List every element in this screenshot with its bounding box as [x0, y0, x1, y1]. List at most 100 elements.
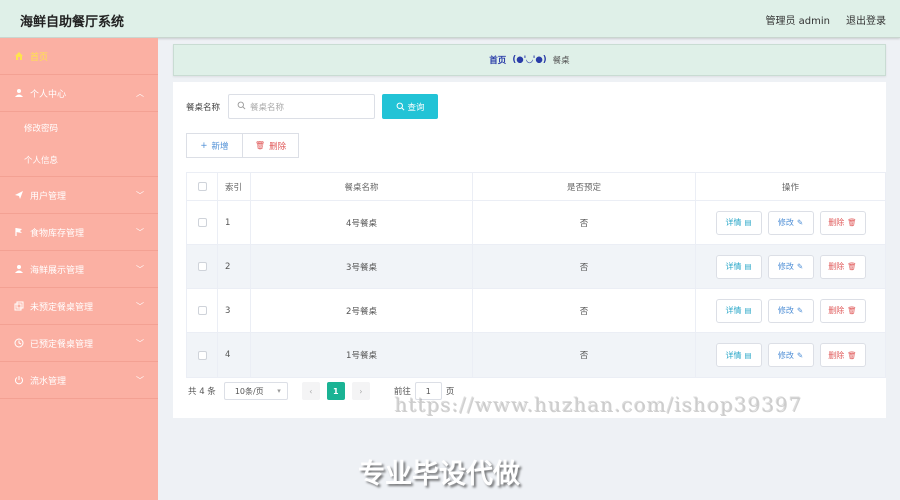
header-booked: 是否预定 — [473, 173, 696, 200]
row-checkbox[interactable] — [197, 218, 207, 227]
delete-button[interactable]: 删除 🗑 — [819, 210, 866, 235]
header-ops: 操作 — [781, 182, 799, 193]
sidebar-item-seafood-display[interactable]: 海鲜展示管理 ﹀ — [0, 251, 158, 288]
edit-icon: ✎ — [796, 306, 804, 315]
document-icon: ▤ — [744, 306, 752, 315]
batch-delete-button[interactable]: 🗑 删除 — [243, 133, 299, 158]
sidebar-item-label: 首页 — [30, 52, 49, 63]
sidebar-item-booked-tables[interactable]: 已预定餐桌管理 ﹀ — [0, 325, 158, 362]
content-panel: 餐桌名称 餐桌名称 查询 + 新增 🗑 删除 索引 餐桌名称 是否预定 操作 1… — [173, 82, 886, 418]
search-label: 餐桌名称 — [186, 102, 221, 113]
sidebar-item-label: 用户管理 — [30, 191, 67, 202]
sidebar-item-personal-center[interactable]: 个人中心 ︿ — [0, 75, 158, 112]
cell-ops: 详情 ▤ 修改 ✎ 删除 🗑 — [696, 289, 885, 332]
cell-ops: 详情 ▤ 修改 ✎ 删除 🗑 — [696, 245, 885, 288]
sidebar-item-food-stock[interactable]: 食物库存管理 ﹀ — [0, 214, 158, 251]
chevron-down-icon: ﹀ — [136, 376, 144, 385]
header-index: 索引 — [218, 173, 251, 200]
edit-button[interactable]: 修改 ✎ — [767, 343, 814, 367]
table-row: 1 4号餐桌 否 详情 ▤ 修改 ✎ 删除 🗑 — [187, 201, 885, 245]
sidebar-item-label: 已预定餐桌管理 — [30, 339, 94, 350]
submenu-item-personal-info[interactable]: 个人信息 — [0, 144, 158, 176]
page-number-button[interactable]: 1 — [326, 382, 345, 400]
detail-button[interactable]: 详情 ▤ — [715, 254, 762, 279]
next-page-button[interactable]: › — [351, 382, 370, 400]
table-row: 2 3号餐桌 否 详情 ▤ 修改 ✎ 删除 🗑 — [187, 245, 885, 289]
copy-icon — [14, 301, 24, 311]
breadcrumb: 首页 (●'◡'●) 餐桌 — [173, 44, 886, 76]
header-checkbox-cell — [187, 173, 218, 200]
delete-label: 删除 — [828, 350, 845, 360]
search-input[interactable]: 餐桌名称 — [228, 94, 376, 119]
cell-name: 1号餐桌 — [251, 333, 473, 377]
search-icon — [396, 102, 405, 111]
row-checkbox[interactable] — [197, 350, 207, 360]
prev-page-button[interactable]: ‹ — [301, 382, 320, 400]
sidebar: 首页 个人中心 ︿ 修改密码 个人信息 用户管理 ﹀ 食物库存管理 ﹀ 海鲜展示… — [0, 38, 158, 500]
plus-icon: + — [200, 140, 208, 151]
detail-button[interactable]: 详情 ▤ — [715, 210, 762, 235]
chevron-up-icon: ︿ — [136, 89, 144, 98]
delete-button[interactable]: 删除 🗑 — [819, 343, 866, 367]
query-button-label: 查询 — [407, 102, 425, 113]
sidebar-item-user-management[interactable]: 用户管理 ﹀ — [0, 177, 158, 214]
edit-label: 修改 — [777, 350, 794, 360]
delete-button-label: 删除 — [269, 141, 287, 152]
add-button[interactable]: + 新增 — [186, 133, 243, 158]
chevron-left-icon: ‹ — [309, 386, 313, 396]
table-row: 3 2号餐桌 否 详情 ▤ 修改 ✎ 删除 🗑 — [187, 289, 885, 333]
power-icon — [14, 375, 24, 385]
watermark-text: 专业毕设代做 — [358, 459, 520, 490]
breadcrumb-home[interactable]: 首页 — [489, 54, 506, 66]
search-placeholder: 餐桌名称 — [250, 102, 285, 113]
trash-icon: 🗑 — [847, 262, 857, 271]
sidebar-item-label: 海鲜展示管理 — [30, 265, 85, 276]
delete-label: 删除 — [828, 306, 845, 315]
query-button[interactable]: 查询 — [382, 94, 439, 119]
row-checkbox[interactable] — [197, 306, 207, 315]
submenu-item-change-password[interactable]: 修改密码 — [0, 112, 158, 144]
sidebar-item-label: 流水管理 — [30, 376, 67, 387]
delete-label: 删除 — [828, 218, 845, 227]
delete-button[interactable]: 删除 🗑 — [819, 298, 866, 323]
chevron-down-icon: ﹀ — [136, 265, 144, 274]
user-icon — [14, 88, 24, 98]
trash-icon: 🗑 — [254, 141, 266, 150]
edit-button[interactable]: 修改 ✎ — [767, 210, 814, 235]
detail-button[interactable]: 详情 ▤ — [715, 298, 762, 323]
logout-link[interactable]: 退出登录 — [846, 12, 886, 27]
table-row: 4 1号餐桌 否 详情 ▤ 修改 ✎ 删除 🗑 — [187, 333, 885, 377]
search-row: 餐桌名称 餐桌名称 查询 — [186, 94, 439, 119]
row-checkbox[interactable] — [197, 262, 207, 271]
row-checkbox-cell — [187, 289, 218, 332]
flag-icon — [14, 227, 24, 237]
edit-label: 修改 — [777, 262, 794, 271]
select-all-checkbox[interactable] — [197, 182, 207, 191]
edit-icon: ✎ — [796, 350, 804, 360]
chevron-down-icon: ﹀ — [136, 228, 144, 237]
detail-button[interactable]: 详情 ▤ — [715, 343, 762, 367]
sidebar-item-home[interactable]: 首页 — [0, 38, 158, 75]
breadcrumb-current: 餐桌 — [552, 56, 570, 66]
edit-button[interactable]: 修改 ✎ — [767, 254, 814, 279]
detail-label: 详情 — [725, 306, 742, 315]
sidebar-item-unbooked-tables[interactable]: 未预定餐桌管理 ﹀ — [0, 288, 158, 325]
top-right-area: 管理员 admin 退出登录 — [765, 12, 886, 27]
search-icon — [237, 101, 246, 113]
detail-label: 详情 — [725, 262, 742, 271]
delete-button[interactable]: 删除 🗑 — [819, 254, 866, 279]
edit-button[interactable]: 修改 ✎ — [767, 298, 814, 323]
page-size-select[interactable]: 10条/页 ▾ — [223, 382, 288, 400]
app-title: 海鲜自助餐厅系统 — [20, 15, 125, 30]
header-name: 餐桌名称 — [251, 173, 473, 200]
sidebar-item-flow[interactable]: 流水管理 ﹀ — [0, 362, 158, 399]
table: 索引 餐桌名称 是否预定 操作 1 4号餐桌 否 详情 ▤ 修改 ✎ 删除 🗑 2 — [186, 172, 886, 378]
chevron-down-icon: ▾ — [277, 387, 281, 395]
edit-icon: ✎ — [796, 262, 804, 271]
document-icon: ▤ — [744, 218, 752, 227]
edit-icon: ✎ — [796, 218, 804, 227]
chevron-right-icon: › — [359, 386, 363, 396]
trash-icon: 🗑 — [847, 306, 857, 315]
row-checkbox-cell — [187, 333, 218, 377]
sidebar-item-label: 未预定餐桌管理 — [30, 302, 94, 313]
